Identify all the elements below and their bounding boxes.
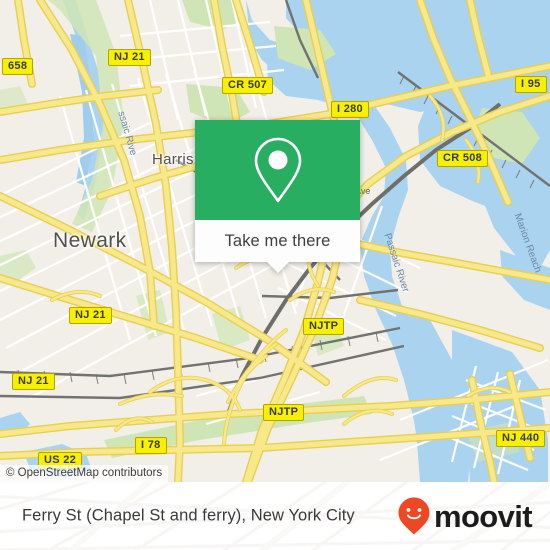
- moovit-brand[interactable]: moovit: [397, 496, 533, 536]
- road-shield: NJ 440: [496, 430, 546, 447]
- map-pin-icon: [254, 137, 301, 203]
- road-shield: 658: [2, 58, 34, 75]
- callout-pin-panel: [195, 120, 360, 220]
- road-shield: NJ 21: [12, 373, 55, 390]
- road-shield: NJTP: [303, 318, 345, 335]
- moovit-smiley-pin-icon: [398, 497, 430, 535]
- location-callout: Take me there: [195, 120, 360, 273]
- road-shield: CR 507: [222, 77, 274, 94]
- footer-bar: Ferry St (Chapel St and ferry), New York…: [0, 482, 550, 550]
- take-me-there-button[interactable]: Take me there: [195, 220, 360, 273]
- place-label-newark: Newark: [53, 229, 127, 252]
- road-shield: NJ 21: [108, 49, 151, 66]
- road-shield: CR 508: [437, 150, 489, 167]
- road-shield: I 280: [331, 101, 369, 118]
- take-me-there-label: Take me there: [224, 231, 331, 250]
- place-label-harrison: Harris: [152, 151, 194, 168]
- osm-attribution[interactable]: © OpenStreetMap contributors: [0, 465, 169, 482]
- road-shield: I 95: [515, 76, 547, 93]
- road-shield: NJ 21: [69, 307, 112, 324]
- road-shield: NJTP: [263, 404, 305, 421]
- location-title: Ferry St (Chapel St and ferry), New York…: [22, 506, 355, 525]
- map-screenshot: 658 NJ 21 CR 507 I 280 I 95 CR 508 NJ 21…: [0, 0, 550, 550]
- callout-tail: [266, 262, 289, 273]
- road-shield: I 78: [135, 437, 167, 454]
- moovit-wordmark: moovit: [433, 498, 533, 534]
